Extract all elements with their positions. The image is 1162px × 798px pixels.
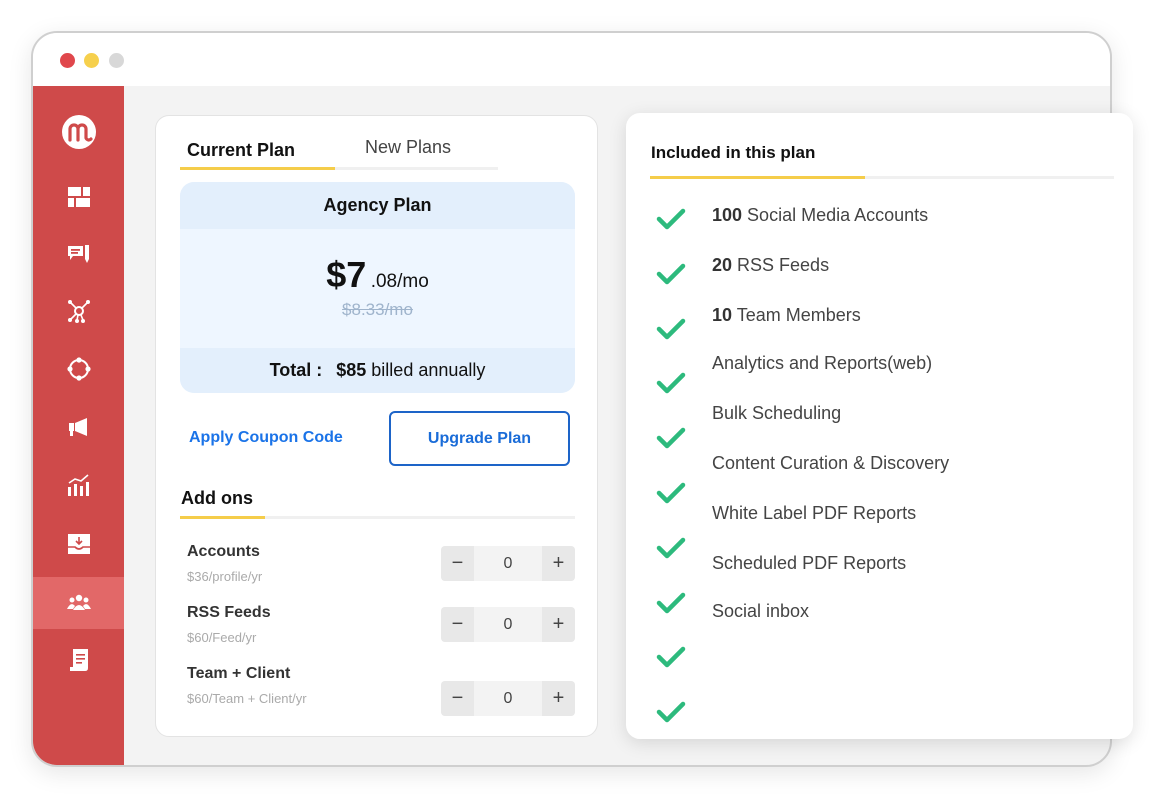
check-icon [656, 481, 686, 505]
addons-divider [180, 516, 575, 519]
price-main: $7 [326, 254, 367, 295]
megaphone-icon [68, 418, 87, 436]
feature-label: Scheduled PDF Reports [712, 553, 907, 573]
feature-count: 10 [712, 305, 733, 325]
addon-row: Accounts $36/profile/yr − 0 + [187, 543, 577, 593]
increment-button[interactable]: + [542, 681, 575, 716]
feature-item: 10 Team Members [712, 305, 861, 326]
plan-card: Current Plan New Plans Agency Plan $7 .0… [155, 115, 598, 737]
quantity-value[interactable]: 0 [474, 681, 542, 716]
feature-label: Social inbox [712, 601, 810, 621]
zoom-window-button[interactable] [109, 53, 124, 68]
feature-label: Social Media Accounts [742, 205, 929, 225]
close-window-button[interactable] [60, 53, 75, 68]
increment-button[interactable]: + [542, 607, 575, 642]
total-suffix: billed annually [371, 360, 486, 380]
sidebar-item-inbox[interactable] [33, 518, 124, 570]
check-icon [656, 700, 686, 724]
old-price: $8.33/mo [180, 300, 575, 320]
sidebar-item-campaigns[interactable] [33, 401, 124, 453]
tab-current-plan[interactable]: Current Plan [187, 140, 295, 161]
mention-logo[interactable] [61, 114, 97, 150]
included-title: Included in this plan [651, 143, 816, 162]
sidebar-item-connections[interactable] [33, 343, 124, 395]
old-price-value: $8.33/mo [342, 300, 413, 319]
feature-label: RSS Feeds [732, 255, 830, 275]
check-icon [656, 645, 686, 669]
addon-row: Team + Client $60/Team + Client/yr − 0 + [187, 665, 577, 716]
feature-item: Bulk Scheduling [712, 403, 841, 424]
plan-summary: Agency Plan $7 .08/mo $8.33/mo Total : $… [180, 182, 575, 393]
addons-title: Add ons [181, 488, 253, 508]
feature-item: Social inbox [712, 601, 809, 622]
sidebar [33, 86, 124, 765]
check-icon [656, 591, 686, 615]
sidebar-item-team[interactable] [33, 577, 124, 629]
sidebar-item-publish[interactable] [33, 228, 124, 280]
check-icon [656, 536, 686, 560]
addon-name: RSS Feeds [187, 604, 271, 621]
addon-row: RSS Feeds $60/Feed/yr − 0 + [187, 604, 577, 654]
feature-count: 100 [712, 205, 743, 225]
price-cents: .08/mo [370, 271, 429, 292]
minimize-window-button[interactable] [84, 53, 99, 68]
feature-item: Content Curation & Discovery [712, 453, 949, 474]
increment-button[interactable]: + [542, 546, 575, 581]
apply-coupon-link[interactable]: Apply Coupon Code [189, 429, 343, 447]
included-card: Included in this plan 100 Social Media A… [626, 113, 1133, 739]
plan-name: Agency Plan [180, 182, 575, 229]
plan-price: $7 .08/mo [180, 254, 575, 296]
quantity-value[interactable]: 0 [474, 546, 542, 581]
upgrade-plan-button[interactable]: Upgrade Plan [389, 411, 570, 466]
receipt-icon [69, 649, 88, 671]
addon-name: Accounts [187, 543, 260, 560]
addon-name: Team + Client [187, 665, 291, 682]
quantity-stepper: − 0 + [441, 607, 575, 642]
feature-label: Bulk Scheduling [712, 403, 842, 423]
check-icon [656, 426, 686, 450]
feature-label: Team Members [732, 305, 861, 325]
check-icon [656, 317, 686, 341]
plan-tabs: Current Plan New Plans [180, 137, 498, 170]
quantity-stepper: − 0 + [441, 546, 575, 581]
compose-icon [67, 245, 89, 263]
addon-price: $60/Team + Client/yr [187, 691, 307, 706]
check-icon [656, 371, 686, 395]
tab-new-plans[interactable]: New Plans [365, 137, 451, 158]
title-bar [33, 33, 1110, 86]
feature-item: Analytics and Reports(web) [712, 353, 932, 374]
feature-item: White Label PDF Reports [712, 503, 916, 524]
feature-item: 20 RSS Feeds [712, 255, 829, 276]
sidebar-item-network[interactable] [33, 285, 124, 337]
quantity-value[interactable]: 0 [474, 607, 542, 642]
sidebar-item-billing[interactable] [33, 634, 124, 686]
analytics-icon [67, 474, 89, 496]
feature-label: White Label PDF Reports [712, 503, 917, 523]
active-tab-indicator [180, 167, 335, 170]
team-icon [66, 594, 91, 610]
sidebar-item-analytics[interactable] [33, 459, 124, 511]
addon-price: $36/profile/yr [187, 569, 263, 584]
inbox-download-icon [67, 534, 90, 554]
decrement-button[interactable]: − [441, 607, 474, 642]
decrement-button[interactable]: − [441, 546, 474, 581]
check-icon [656, 262, 686, 286]
check-icon [656, 207, 686, 231]
total-amount: $85 [336, 360, 367, 380]
addon-price: $60/Feed/yr [187, 630, 257, 645]
feature-item: Scheduled PDF Reports [712, 553, 906, 574]
sidebar-item-dashboard[interactable] [33, 171, 124, 223]
total-row: Total : $85 billed annually [180, 348, 575, 393]
network-icon [67, 300, 90, 323]
quantity-stepper: − 0 + [441, 681, 575, 716]
dashboard-icon [67, 187, 90, 207]
circle-nodes-icon [66, 357, 91, 381]
feature-count: 20 [712, 255, 733, 275]
feature-label: Analytics and Reports(web) [712, 353, 933, 373]
decrement-button[interactable]: − [441, 681, 474, 716]
included-divider [650, 176, 1114, 179]
feature-item: 100 Social Media Accounts [712, 205, 928, 226]
feature-label: Content Curation & Discovery [712, 453, 950, 473]
total-label: Total : [269, 360, 323, 380]
